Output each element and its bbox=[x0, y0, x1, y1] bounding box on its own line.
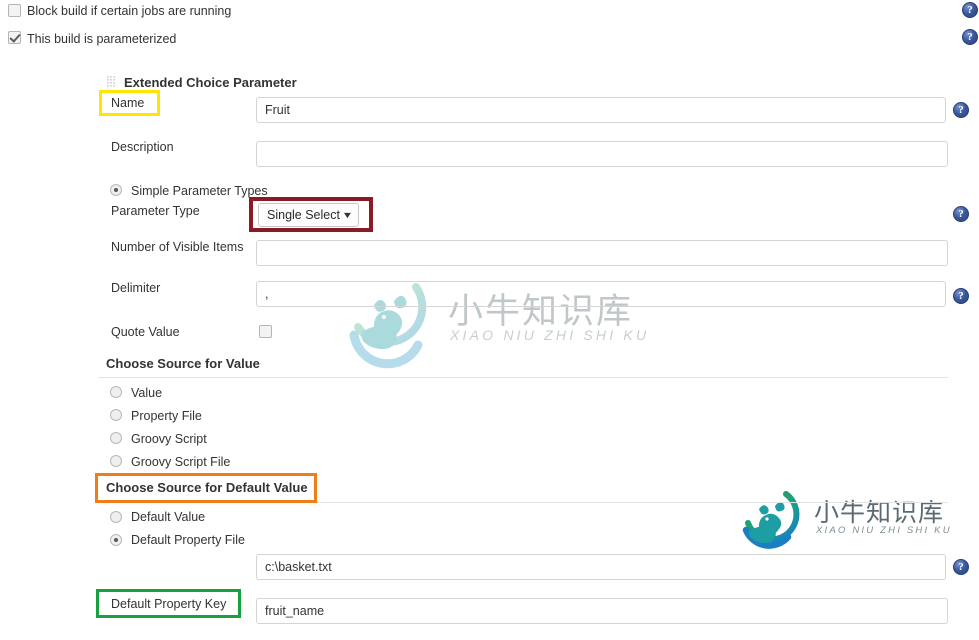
choose-source-for-default-value-heading: Choose Source for Default Value bbox=[106, 480, 308, 495]
radio-default-property-file[interactable] bbox=[110, 534, 122, 546]
parameter-type-label: Parameter Type bbox=[111, 204, 200, 218]
radio-value-label: Value bbox=[131, 386, 163, 400]
quote-value-label: Quote Value bbox=[111, 325, 180, 339]
watermark-en-text: XIAO NIU ZHI SHI KU bbox=[450, 327, 650, 343]
radio-default-value[interactable] bbox=[110, 511, 122, 523]
parameter-type-value: Single Select bbox=[267, 208, 340, 222]
chevron-down-icon: ▼ bbox=[341, 210, 354, 220]
checkbox-build-parameterized[interactable] bbox=[8, 31, 21, 44]
help-icon[interactable]: ? bbox=[953, 102, 969, 118]
delimiter-input[interactable] bbox=[256, 281, 946, 307]
radio-groovy-script[interactable] bbox=[110, 432, 122, 444]
checkbox-block-build[interactable] bbox=[8, 4, 21, 17]
watermark-cn-text: 小牛知识库 bbox=[814, 498, 945, 527]
number-of-visible-items-label: Number of Visible Items bbox=[111, 240, 244, 254]
radio-property-file[interactable] bbox=[110, 409, 122, 421]
checkbox-block-build-label: Block build if certain jobs are running bbox=[27, 4, 232, 18]
drag-grip-icon[interactable] bbox=[107, 76, 116, 87]
description-label: Description bbox=[111, 140, 174, 154]
radio-simple-parameter-types-label: Simple Parameter Types bbox=[131, 184, 268, 198]
help-icon[interactable]: ? bbox=[962, 29, 978, 45]
help-icon[interactable]: ? bbox=[953, 288, 969, 304]
radio-groovy-script-file[interactable] bbox=[110, 455, 122, 467]
parameter-type-select[interactable]: Single Select ▼ bbox=[258, 203, 359, 227]
bull-logo-icon bbox=[742, 491, 800, 549]
default-property-key-input[interactable] bbox=[256, 598, 948, 624]
checkbox-quote-value[interactable] bbox=[259, 325, 272, 338]
section-title: Extended Choice Parameter bbox=[124, 75, 297, 90]
default-property-file-input[interactable] bbox=[256, 554, 946, 580]
checkbox-build-parameterized-label: This build is parameterized bbox=[27, 32, 177, 46]
help-icon[interactable]: ? bbox=[953, 206, 969, 222]
number-of-visible-items-input[interactable] bbox=[256, 240, 948, 266]
watermark-solid: 小牛知识库 XIAO NIU ZHI SHI KU bbox=[738, 487, 950, 549]
radio-groovy-script-label: Groovy Script bbox=[131, 432, 207, 446]
radio-simple-parameter-types[interactable] bbox=[110, 184, 122, 196]
radio-default-value-label: Default Value bbox=[131, 510, 206, 524]
help-icon[interactable]: ? bbox=[962, 2, 978, 18]
description-input[interactable] bbox=[256, 141, 948, 167]
name-label: Name bbox=[111, 96, 145, 110]
default-property-key-label: Default Property Key bbox=[111, 597, 227, 611]
radio-default-property-file-label: Default Property File bbox=[131, 533, 245, 547]
divider bbox=[98, 377, 948, 378]
radio-property-file-label: Property File bbox=[131, 409, 202, 423]
divider bbox=[98, 502, 948, 503]
radio-groovy-script-file-label: Groovy Script File bbox=[131, 455, 231, 469]
help-icon[interactable]: ? bbox=[953, 559, 969, 575]
watermark-en-text: XIAO NIU ZHI SHI KU bbox=[816, 525, 952, 536]
name-input[interactable] bbox=[256, 97, 946, 123]
radio-value[interactable] bbox=[110, 386, 122, 398]
delimiter-label: Delimiter bbox=[111, 281, 161, 295]
choose-source-for-value-heading: Choose Source for Value bbox=[106, 356, 260, 371]
jenkins-job-config-page: 小牛知识库 XIAO NIU ZHI SHI KU Block build if… bbox=[0, 0, 979, 640]
